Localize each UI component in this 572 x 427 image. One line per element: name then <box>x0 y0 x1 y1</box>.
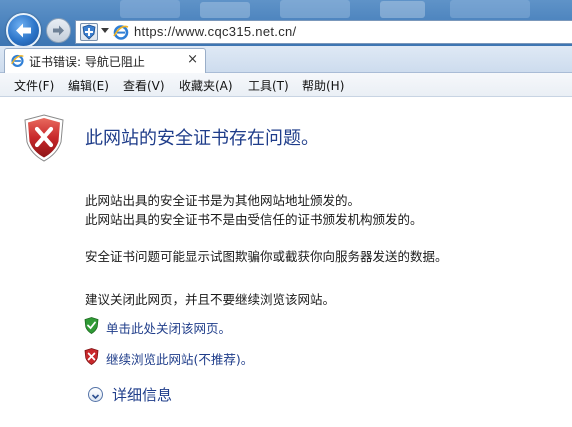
tab-bar: 证书错误: 导航已阻止 × <box>0 46 572 73</box>
security-button[interactable] <box>80 23 98 41</box>
expand-chevron-icon[interactable] <box>88 387 103 402</box>
background-tile <box>280 0 350 18</box>
message-line-1: 此网站出具的安全证书是为其他网站地址颁发的。 <box>85 193 361 208</box>
error-shield-icon <box>24 114 64 162</box>
page-title: 此网站的安全证书存在问题。 <box>85 128 319 149</box>
menu-tools[interactable]: 工具(T) <box>248 77 289 94</box>
address-input[interactable]: https://www.cqc315.net.cn/ <box>75 20 572 44</box>
background-tile <box>450 0 530 18</box>
background-tile <box>120 0 180 18</box>
chevron-down-icon[interactable] <box>101 28 109 33</box>
message-line-2: 此网站出具的安全证书不是由受信任的证书颁发机构颁发的。 <box>85 212 423 227</box>
address-bar-area: https://www.cqc315.net.cn/ <box>0 0 572 46</box>
menu-file[interactable]: 文件(F) <box>14 77 54 94</box>
url-text[interactable]: https://www.cqc315.net.cn/ <box>134 24 296 39</box>
chevron-down-icon <box>91 394 100 400</box>
menu-bar: 文件(F) 编辑(E) 查看(V) 收藏夹(A) 工具(T) 帮助(H) <box>0 73 572 97</box>
close-icon[interactable]: × <box>187 52 198 67</box>
menu-edit[interactable]: 编辑(E) <box>68 77 109 94</box>
menu-help[interactable]: 帮助(H) <box>302 77 344 94</box>
back-button[interactable] <box>6 13 41 46</box>
more-information-label[interactable]: 详细信息 <box>112 384 172 405</box>
green-shield-icon <box>84 317 99 334</box>
message-line-3: 安全证书问题可能显示试图欺骗你或截获你向服务器发送的数据。 <box>85 249 448 264</box>
menu-view[interactable]: 查看(V) <box>123 77 165 94</box>
background-tile <box>380 1 425 18</box>
internet-explorer-icon <box>11 54 24 67</box>
forward-arrow-icon <box>53 25 64 36</box>
forward-button[interactable] <box>46 18 71 43</box>
red-shield-icon <box>84 348 99 365</box>
close-page-link-text[interactable]: 单击此处关闭该网页。 <box>106 318 231 337</box>
message-line-4: 建议关闭此网页，并且不要继续浏览该网站。 <box>85 292 336 307</box>
shield-plus-icon <box>82 24 96 40</box>
menu-favorites[interactable]: 收藏夹(A) <box>179 77 233 94</box>
internet-explorer-icon <box>113 25 129 40</box>
tab-certificate-error[interactable]: 证书错误: 导航已阻止 × <box>4 48 206 73</box>
error-page-content: 此网站的安全证书存在问题。 此网站出具的安全证书是为其他网站地址颁发的。 此网站… <box>0 97 572 427</box>
continue-link-text[interactable]: 继续浏览此网站(不推荐)。 <box>106 349 253 368</box>
back-arrow-icon <box>16 23 31 38</box>
tab-title: 证书错误: 导航已阻止 <box>29 55 145 69</box>
background-tile <box>200 2 250 18</box>
